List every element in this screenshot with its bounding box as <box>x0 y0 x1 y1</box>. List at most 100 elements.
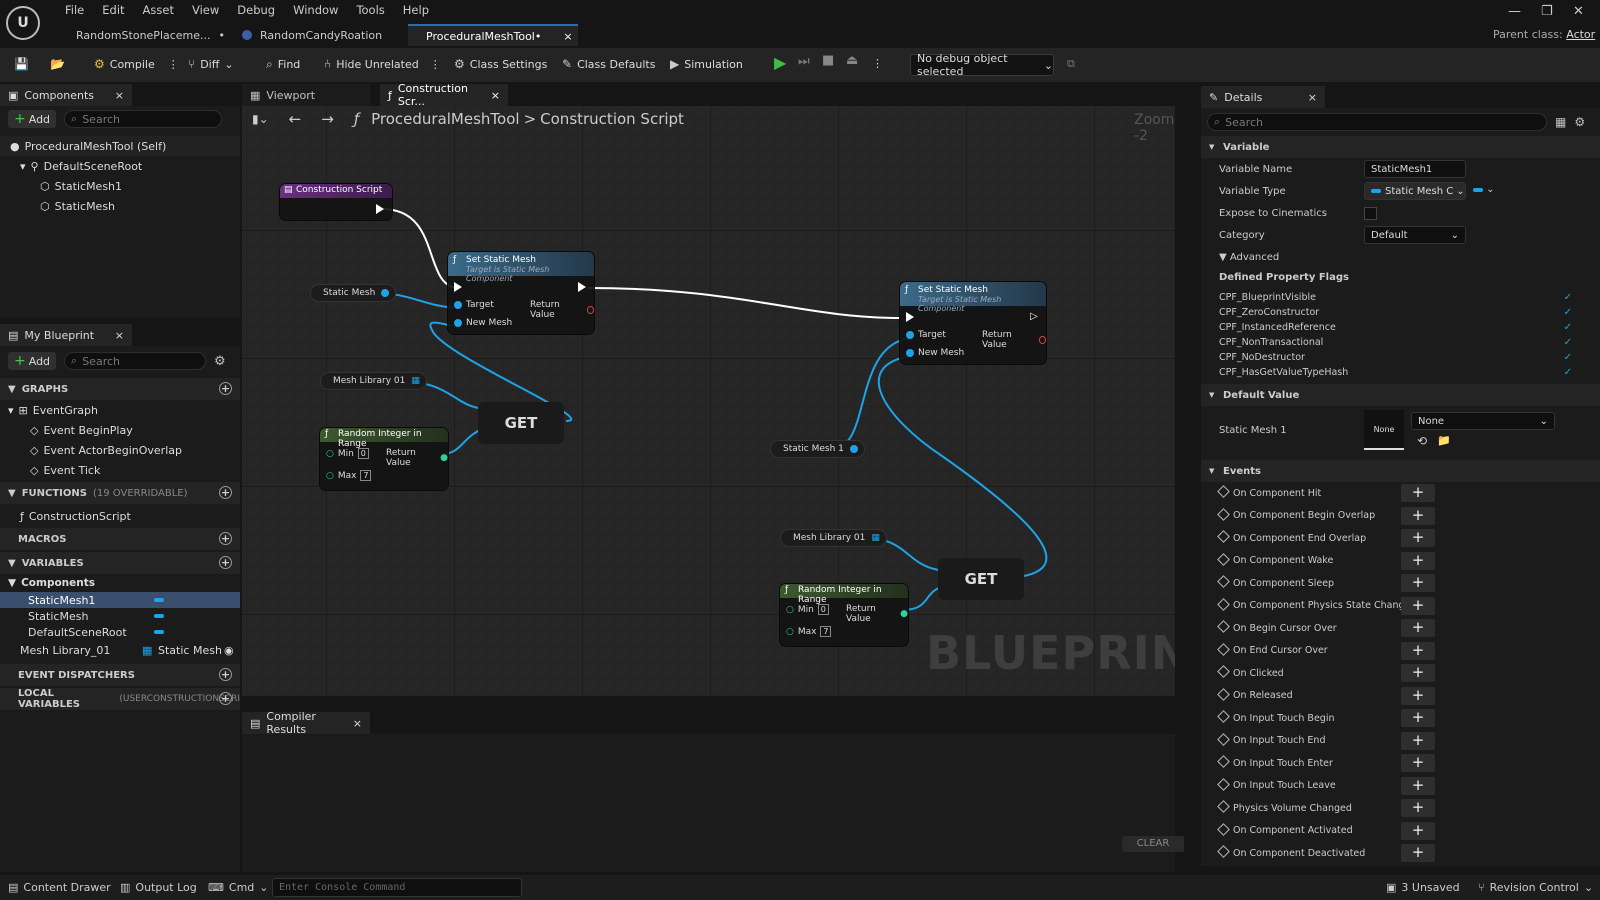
variable-name-input[interactable]: StaticMesh1 <box>1364 160 1466 178</box>
compile-button[interactable]: ⚙ Compile ⋮ <box>94 57 179 71</box>
functions-category[interactable]: ▼ FUNCTIONS (19 OVERRIDABLE) + <box>0 482 240 504</box>
debug-filter-icon[interactable]: ⧉ <box>1067 57 1075 71</box>
minimize-icon[interactable]: — <box>1508 4 1521 19</box>
component-default-scene-root[interactable]: ▾ ⚲ DefaultSceneRoot <box>0 156 240 176</box>
add-event-button[interactable]: + <box>1401 619 1435 637</box>
min-pin[interactable]: ○ Min 0 <box>786 604 829 615</box>
eject-icon[interactable]: ⏏ <box>846 53 858 68</box>
add-event-button[interactable]: + <box>1401 506 1435 525</box>
static-mesh1-var-node[interactable]: Static Mesh 1 <box>770 440 865 458</box>
category-dropdown[interactable]: Default ⌄ <box>1364 226 1466 244</box>
hide-unrelated-button[interactable]: ⑃ Hide Unrelated ⋮ <box>324 57 441 71</box>
min-pin[interactable]: ○ Min 0 <box>326 448 369 459</box>
components-search-input[interactable]: ⌕ Search <box>64 110 223 128</box>
add-graph-icon[interactable]: + <box>219 382 232 395</box>
exec-out-pin[interactable] <box>578 282 586 292</box>
content-drawer-button[interactable]: ▤ Content Drawer <box>8 881 111 894</box>
close-panel-icon[interactable]: × <box>115 89 124 102</box>
tab-details[interactable]: ✎ Details × <box>1201 86 1325 108</box>
menu-debug[interactable]: Debug <box>228 2 284 18</box>
revision-control-button[interactable]: ⑂ Revision Control ⌄ <box>1478 881 1593 894</box>
browse-icon[interactable]: 📂 <box>50 57 65 71</box>
close-window-icon[interactable]: ✕ <box>1573 4 1584 19</box>
doc-tab-random-stone[interactable]: RandomStonePlaceme... • <box>58 24 228 46</box>
add-variable-icon[interactable]: + <box>219 556 232 569</box>
event-begin-play[interactable]: ◇ Event BeginPlay <box>0 420 240 440</box>
component-self[interactable]: ● ProceduralMeshTool (Self) <box>0 136 240 156</box>
add-macro-icon[interactable]: + <box>219 532 232 545</box>
step-icon[interactable]: ⏭ <box>798 54 810 69</box>
menu-view[interactable]: View <box>183 2 228 18</box>
menu-asset[interactable]: Asset <box>134 2 183 18</box>
get-node-2[interactable]: GET <box>938 558 1024 600</box>
static-mesh-var-node[interactable]: Static Mesh <box>310 284 397 302</box>
add-event-button[interactable]: + <box>1401 709 1435 727</box>
add-event-button[interactable]: + <box>1401 641 1435 660</box>
exec-in-pin[interactable] <box>906 312 914 322</box>
container-type-dropdown[interactable]: ⌄ <box>1473 184 1495 195</box>
component-static-mesh[interactable]: ⬡ StaticMesh <box>0 196 240 216</box>
play-options-icon[interactable]: ⋮ <box>872 57 883 70</box>
max-pin[interactable]: ○ Max 7 <box>786 626 832 637</box>
mesh-library-var-node-2[interactable]: Mesh Library 01 ▦ <box>780 529 887 547</box>
get-node-1[interactable]: GET <box>478 402 564 444</box>
add-dispatcher-icon[interactable]: + <box>219 668 232 681</box>
output-log-button[interactable]: ▥ Output Log <box>120 881 197 894</box>
menu-file[interactable]: File <box>56 2 93 18</box>
close-panel-icon[interactable]: × <box>1308 91 1317 104</box>
exec-in-pin[interactable] <box>454 282 462 292</box>
add-event-button[interactable]: + <box>1401 664 1435 682</box>
browse-asset-icon[interactable]: 📁 <box>1437 434 1451 447</box>
construction-script-item[interactable]: ƒ ConstructionScript <box>0 506 240 526</box>
construction-script-node[interactable]: ▤ Construction Script <box>280 184 392 220</box>
add-function-icon[interactable]: + <box>219 486 232 499</box>
component-static-mesh1[interactable]: ⬡ StaticMesh1 <box>0 176 240 196</box>
add-event-button[interactable]: + <box>1401 754 1435 772</box>
return-value-pin[interactable]: Return Value ● <box>386 448 448 468</box>
max-pin[interactable]: ○ Max 7 <box>326 470 372 481</box>
add-event-button[interactable]: + <box>1401 776 1435 795</box>
unreal-logo-icon[interactable]: U <box>6 6 40 40</box>
new-mesh-pin[interactable]: New Mesh <box>906 348 964 358</box>
target-pin[interactable]: Target <box>454 300 494 310</box>
add-local-variable-icon[interactable]: + <box>219 692 232 705</box>
advanced-row[interactable]: ▼ Advanced <box>1201 246 1600 268</box>
variable-static-mesh1[interactable]: StaticMesh1 <box>0 592 240 608</box>
local-variables-category[interactable]: LOCAL VARIABLES (USERCONSTRUCTIONSCRI + <box>0 688 240 710</box>
tab-viewport[interactable]: ▦ Viewport <box>242 84 370 106</box>
blueprint-search-input[interactable]: ⌕ Search <box>64 352 207 370</box>
add-event-button[interactable]: + <box>1401 574 1435 592</box>
components-variable-category[interactable]: ▼ Components <box>0 574 240 592</box>
random-integer-node-1[interactable]: ƒ Random Integer in Range ○ Min 0 Return V… <box>320 428 448 490</box>
doc-tab-random-candy[interactable]: RandomCandyRoation <box>232 24 402 46</box>
details-search-input[interactable]: ⌕ Search <box>1207 113 1547 131</box>
add-event-button[interactable]: + <box>1401 551 1435 570</box>
mesh-thumbnail[interactable]: None <box>1364 410 1404 450</box>
cmd-dropdown[interactable]: ⌨ Cmd ⌄ <box>208 881 269 894</box>
event-tick[interactable]: ◇ Event Tick <box>0 460 240 480</box>
set-static-mesh-node-1[interactable]: ƒ Set Static Mesh Target is Static Mesh … <box>448 252 594 334</box>
graphs-category[interactable]: ▼ GRAPHS + <box>0 378 240 400</box>
gear-icon[interactable]: ⚙ <box>1574 115 1585 129</box>
gear-icon[interactable]: ⚙ <box>214 354 226 369</box>
random-integer-node-2[interactable]: ƒ Random Integer in Range ○ Min 0 Return V… <box>780 584 908 646</box>
close-tab-icon[interactable]: × <box>563 30 572 43</box>
default-value-section[interactable]: Default Value <box>1201 384 1600 406</box>
simulation-button[interactable]: ▶ Simulation <box>670 57 743 71</box>
add-component-button[interactable]: + Add <box>8 110 57 128</box>
expand-arrow-icon[interactable]: ▾ <box>20 160 26 173</box>
add-member-button[interactable]: + Add <box>8 352 57 370</box>
tab-compiler-results[interactable]: ▤ Compiler Results × <box>242 710 370 736</box>
restore-icon[interactable]: ❐ <box>1541 4 1553 19</box>
exec-out-pin[interactable] <box>376 204 384 214</box>
variable-section[interactable]: Variable <box>1201 136 1600 158</box>
return-value-pin[interactable]: Return Value <box>530 300 594 320</box>
macros-category[interactable]: MACROS + <box>0 528 240 550</box>
menu-edit[interactable]: Edit <box>93 2 133 18</box>
variable-default-scene-root[interactable]: DefaultSceneRoot <box>0 624 240 640</box>
class-defaults-button[interactable]: ✎ Class Defaults <box>562 57 655 71</box>
blueprint-graph[interactable]: ▮⌄ ← → ƒ ProceduralMeshTool > Constructi… <box>242 106 1175 696</box>
stop-icon[interactable]: ■ <box>822 53 834 68</box>
variable-static-mesh[interactable]: StaticMesh <box>0 608 240 624</box>
mesh-library-var-node-1[interactable]: Mesh Library 01 ▦ <box>320 372 427 390</box>
